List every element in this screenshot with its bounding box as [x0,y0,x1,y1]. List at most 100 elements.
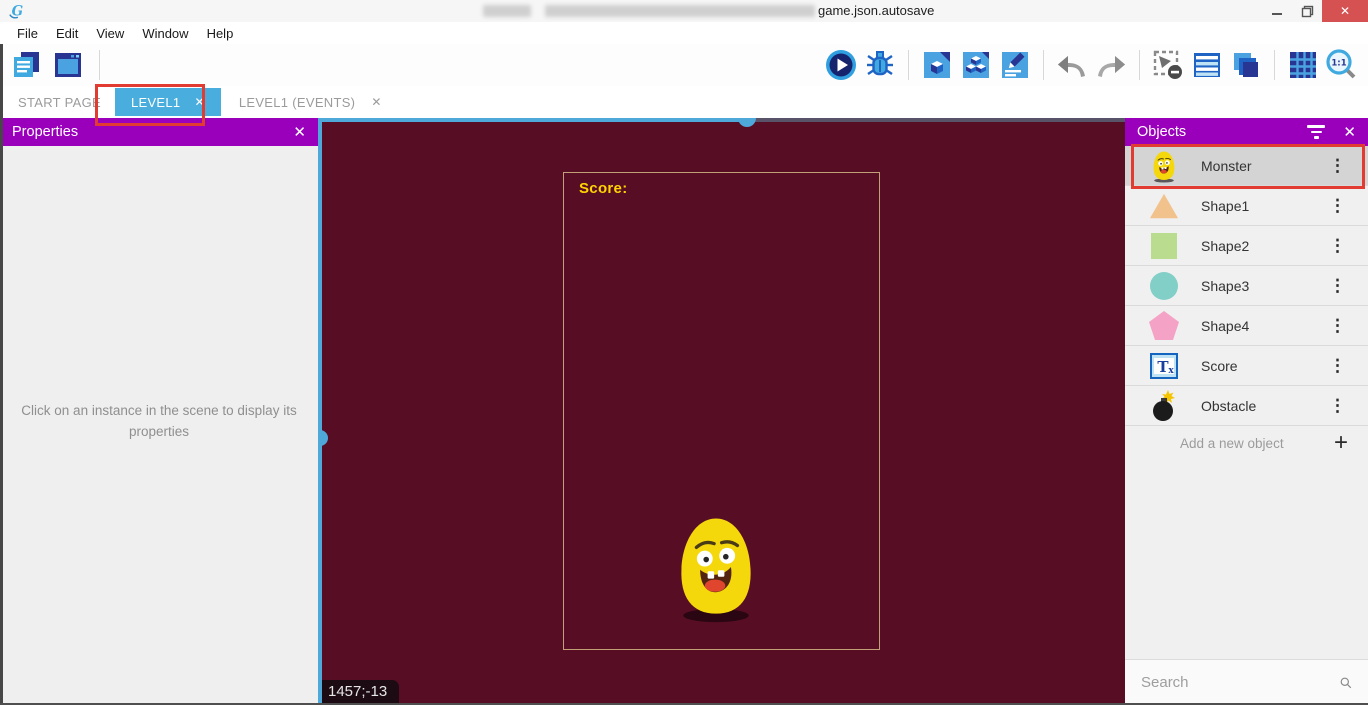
kebab-menu-icon[interactable]: ⋮ [1329,197,1346,214]
toolbar-separator [1274,50,1275,80]
redacted-title-segment [483,5,531,17]
minimize-button[interactable] [1262,0,1292,22]
grid-button[interactable] [1287,49,1319,81]
layers-icon [1231,50,1261,80]
toolbar-separator [908,50,909,80]
menu-bar: File Edit View Window Help [0,22,1368,44]
tab-level1-events[interactable]: LEVEL1 (EVENTS) [229,88,366,116]
triangle-thumbnail-icon [1147,191,1181,221]
svg-text:1:1: 1:1 [1331,59,1346,69]
svg-text:x: x [1168,366,1174,376]
debug-icon [865,50,895,80]
start-page-icon [53,51,83,79]
kebab-menu-icon[interactable]: ⋮ [1329,237,1346,254]
square-thumbnail-icon [1147,232,1181,260]
object-row-shape4[interactable]: Shape4 ⋮ [1125,306,1368,346]
object-row-shape1[interactable]: Shape1 ⋮ [1125,186,1368,226]
search-input[interactable] [1141,674,1340,691]
kebab-menu-icon[interactable]: ⋮ [1329,357,1346,374]
tab-level1[interactable]: LEVEL1 ✕ [115,88,221,116]
objects-list-empty-area [1125,460,1368,659]
grid-icon [1288,50,1318,80]
zoom-1-1-icon: 1:1 [1326,49,1358,81]
start-page-button[interactable] [52,49,84,81]
kebab-menu-icon[interactable]: ⋮ [1329,157,1346,174]
monster-instance[interactable] [668,511,764,623]
tab-level1-events-close-icon[interactable]: ✕ [371,95,381,109]
menu-view[interactable]: View [87,24,133,43]
properties-close-icon[interactable]: ✕ [293,123,306,141]
window-title: game.json.autosave [818,3,934,18]
objects-groups-button[interactable] [960,49,992,81]
project-manager-button[interactable] [10,49,42,81]
panel-resize-handle[interactable] [318,430,328,446]
circle-thumbnail-icon [1147,271,1181,301]
window-left-edge [0,44,3,705]
scene-top-resize-handle[interactable] [738,118,756,127]
panel-resize-bar[interactable] [318,118,322,705]
deselect-button[interactable] [1152,49,1184,81]
objects-groups-icon [961,50,991,80]
object-row-monster[interactable]: Monster ⋮ [1125,146,1368,186]
close-button[interactable]: ✕ [1322,0,1368,22]
text-object-thumbnail-icon: T x [1147,353,1181,379]
objects-panel: Objects ✕ Monster ⋮ Shape1 ⋮ [1125,118,1368,705]
toolbar: 1:1 [0,44,1368,86]
kebab-menu-icon[interactable]: ⋮ [1329,397,1346,414]
tab-start-page[interactable]: START PAGE [8,88,111,116]
monster-thumbnail-icon [1147,149,1181,183]
undo-button[interactable] [1056,49,1088,81]
instances-list-button[interactable] [1191,49,1223,81]
undo-icon [1057,52,1087,78]
new-object-icon [922,50,952,80]
instances-list-icon [1192,50,1222,80]
restore-button[interactable] [1292,0,1322,22]
pentagon-thumbnail-icon [1147,310,1181,341]
title-bar: G game.json.autosave ✕ [0,0,1368,22]
zoom-button[interactable]: 1:1 [1326,49,1358,81]
objects-panel-title: Objects [1137,124,1186,140]
add-object-button[interactable]: Add a new object + [1125,426,1368,460]
menu-file[interactable]: File [8,24,47,43]
score-text-instance: Score: [579,180,628,197]
redo-icon [1096,52,1126,78]
menu-help[interactable]: Help [198,24,243,43]
play-icon [825,49,857,81]
object-search-box [1125,659,1368,705]
edit-scene-button[interactable] [999,49,1031,81]
bomb-thumbnail-icon [1147,390,1181,422]
objects-close-icon[interactable]: ✕ [1343,123,1356,141]
play-button[interactable] [825,49,857,81]
gdevelop-window: G game.json.autosave ✕ File Edit View Wi… [0,0,1368,705]
new-object-button[interactable] [921,49,953,81]
object-row-score[interactable]: T x Score ⋮ [1125,346,1368,386]
tab-bar: START PAGE LEVEL1 ✕ LEVEL1 (EVENTS) ✕ [0,86,1368,118]
tab-level1-close-icon[interactable]: ✕ [194,95,204,109]
deselect-icon [1153,50,1183,80]
kebab-menu-icon[interactable]: ⋮ [1329,277,1346,294]
project-manager-icon [11,50,41,80]
object-row-obstacle[interactable]: Obstacle ⋮ [1125,386,1368,426]
edit-scene-icon [1000,50,1030,80]
toolbar-separator [99,50,100,80]
filter-icon[interactable] [1307,125,1325,139]
toolbar-separator [1043,50,1044,80]
menu-edit[interactable]: Edit [47,24,87,43]
kebab-menu-icon[interactable]: ⋮ [1329,317,1346,334]
debug-button[interactable] [864,49,896,81]
redacted-title-segment [545,5,815,17]
toolbar-separator [1139,50,1140,80]
plus-icon: + [1334,429,1348,457]
properties-panel-title: Properties [12,124,78,140]
menu-window[interactable]: Window [133,24,197,43]
redo-button[interactable] [1095,49,1127,81]
object-row-shape3[interactable]: Shape3 ⋮ [1125,266,1368,306]
object-row-shape2[interactable]: Shape2 ⋮ [1125,226,1368,266]
layers-button[interactable] [1230,49,1262,81]
scene-top-resize-bar[interactable] [318,118,755,122]
scene-canvas[interactable]: Score: 1457;-13 [318,118,1125,705]
properties-hint-text: Click on an instance in the scene to dis… [10,401,308,443]
scene-top-edge [755,118,1125,122]
gdevelop-logo-icon: G [8,2,26,20]
properties-panel: Properties ✕ Click on an instance in the… [0,118,318,705]
